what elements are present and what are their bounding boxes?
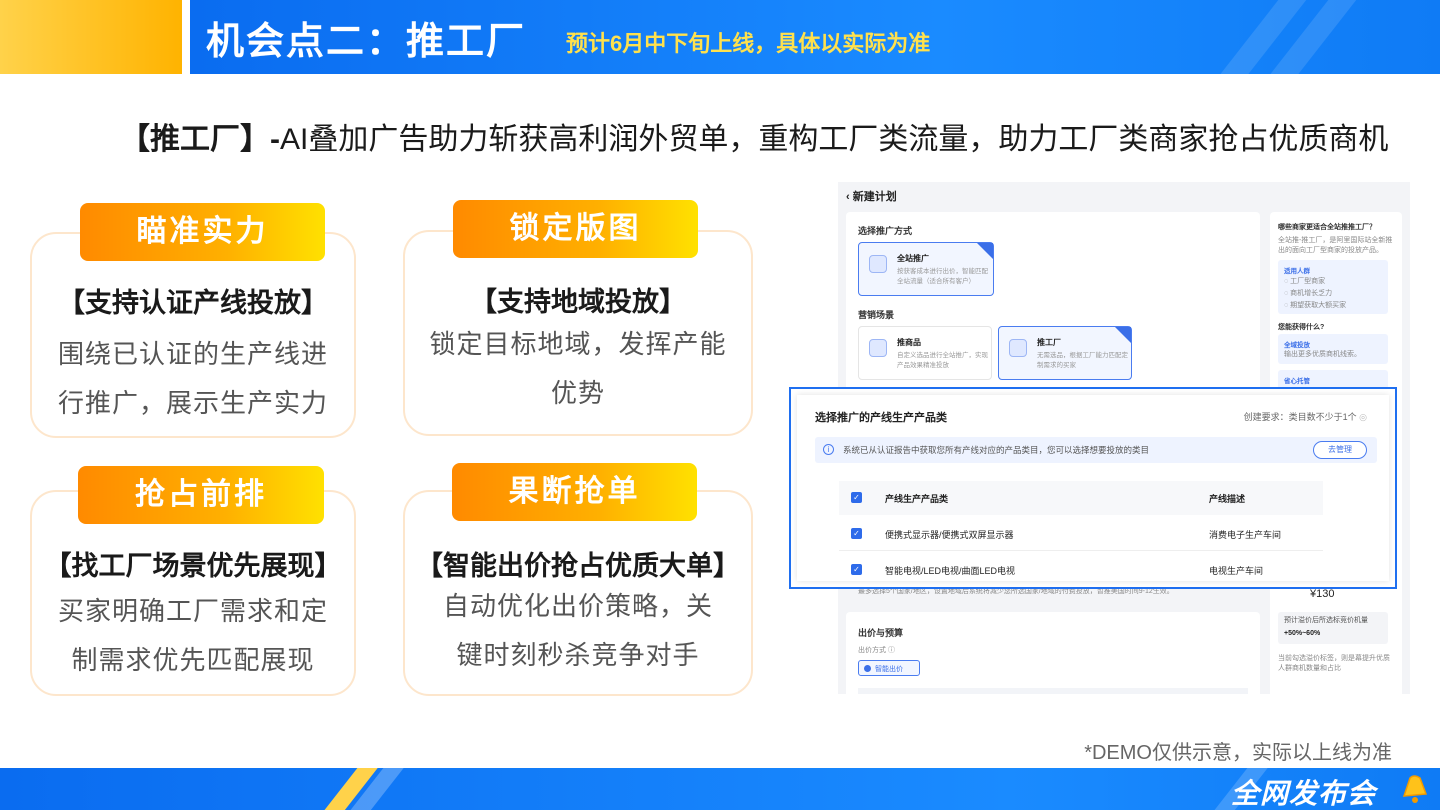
select-all-checkbox[interactable]: ✓ bbox=[851, 492, 862, 503]
option-push-factory[interactable]: 推工厂 无需选品，根据工厂能力匹配定制需求的买家 bbox=[998, 326, 1132, 380]
side-desc: 全站推-推工厂，是阿里国际站全新推出的面向工厂型商家的投放产品。 bbox=[1278, 237, 1393, 254]
feature-body-line: 买家明确工厂需求和定 bbox=[57, 596, 328, 626]
gain-item: 省心托管 bbox=[1284, 378, 1310, 385]
rank-box: 预计溢价后所选标竞价机量 +50%~60% bbox=[1278, 612, 1388, 644]
feature-body-line: 优势 bbox=[550, 378, 605, 408]
crowd-item: ◌ 工厂型商家 bbox=[1284, 278, 1326, 285]
section-method-label: 选择推广方式 bbox=[858, 226, 913, 236]
selected-check-icon bbox=[1115, 327, 1131, 343]
slide: 机会点二：推工厂 预计6月中下旬上线，具体以实际为准 【推工厂】-AI叠加广告助… bbox=[0, 0, 1440, 810]
radio-selected-icon bbox=[864, 665, 871, 672]
feature-body-3: 买家明确工厂需求和定 制需求优先匹配展现 bbox=[30, 587, 356, 685]
row-checkbox[interactable]: ✓ bbox=[851, 564, 862, 575]
bid-method-label: 出价方式 ⓘ bbox=[858, 647, 895, 654]
dialog-body: 选择推广的产线生产产品类 创建要求：类目数不少于1个 ◎ i 系统已从认证报告中… bbox=[797, 395, 1389, 581]
page-subtitle: 预计6月中下旬上线，具体以实际为准 bbox=[566, 31, 931, 56]
headline: 【推工厂】-AI叠加广告助力斩获高利润外贸单，重构工厂类流量，助力工厂类商家抢占… bbox=[120, 114, 1388, 158]
dialog-requirement: 创建要求：类目数不少于1个 ◎ bbox=[1243, 412, 1367, 422]
headline-text: AI叠加广告助力斩获高利润外贸单，重构工厂类流量，助力工厂类商家抢占优质商机 bbox=[280, 123, 1389, 156]
feature-body-1: 围绕已认证的生产线进 行推广，展示生产实力 bbox=[30, 330, 356, 428]
feature-body-2: 锁定目标地域，发挥产能 优势 bbox=[403, 320, 753, 418]
bid-panel: 出价与预算 出价方式 ⓘ 智能出价 bbox=[846, 612, 1260, 694]
feature-subtitle-3: 【找工厂场景优先展现】 bbox=[44, 551, 342, 581]
option-push-product[interactable]: 推商品 自定义选品进行全站推广，实现产品效果精准投放 bbox=[858, 326, 992, 380]
gain-box-1: 全域投放 输出更多优质商机线索。 bbox=[1278, 334, 1388, 364]
brand-logo-text: 全网发布会 bbox=[1230, 778, 1376, 809]
section-scene-label: 营销场景 bbox=[858, 310, 895, 320]
row-product: 便携式显示器/便携式双屏显示器 bbox=[885, 530, 1014, 540]
feature-body-line: 制需求优先匹配展现 bbox=[71, 645, 315, 675]
crowd-title: 适用人群 bbox=[1284, 268, 1310, 275]
rank-desc: 当前勾选溢价标签，则是幕提升优质人群商机数量和占比 bbox=[1278, 655, 1390, 672]
feature-body-line: 自动优化出价策略，关 bbox=[442, 591, 713, 621]
feature-pill-3: 抢占前排 bbox=[78, 466, 324, 524]
row-desc: 电视生产车间 bbox=[1209, 566, 1264, 576]
gain-item-desc: 输出更多优质商机线索。 bbox=[1284, 351, 1361, 358]
placeholder-bar bbox=[858, 688, 1248, 694]
crowd-item: ◌ 期望获取大额买家 bbox=[1284, 302, 1347, 309]
rank-title: 预计溢价后所选标竞价机量 bbox=[1284, 617, 1368, 624]
info-bar: i 系统已从认证报告中获取您所有产线对应的产品类目，您可以选择想要投放的类目 去… bbox=[815, 437, 1377, 463]
option-name: 推商品 bbox=[897, 338, 921, 347]
smart-bid-option[interactable]: 智能出价 bbox=[858, 660, 920, 676]
back-button[interactable]: ‹ 新建计划 bbox=[846, 188, 897, 204]
side-question: 哪些商家更适合全站推推工厂？ bbox=[1278, 224, 1376, 231]
feature-pill-2: 锁定版图 bbox=[453, 200, 698, 258]
bell-icon bbox=[1402, 775, 1428, 803]
product-icon bbox=[869, 339, 887, 357]
selected-check-icon bbox=[977, 243, 993, 259]
headline-bold: 【推工厂】- bbox=[120, 123, 280, 156]
option-name: 推工厂 bbox=[1037, 338, 1061, 347]
option-all-site[interactable]: 全站推广 按获客成本进行出价，智能匹配全站流量（适合所有客户） bbox=[858, 242, 994, 296]
row-product: 智能电视/LED电视/曲面LED电视 bbox=[885, 566, 1016, 576]
feature-body-line: 围绕已认证的生产线进 bbox=[57, 339, 328, 369]
gain-title: 您能获得什么? bbox=[1278, 324, 1325, 331]
info-text: 系统已从认证报告中获取您所有产线对应的产品类目，您可以选择想要投放的类目 bbox=[843, 445, 1150, 455]
price-value: ¥130 bbox=[1310, 588, 1335, 600]
bid-section-label: 出价与预算 bbox=[858, 628, 904, 638]
feature-body-line: 锁定目标地域，发挥产能 bbox=[429, 329, 727, 359]
option-desc: 自定义选品进行全站推广，实现产品效果精准投放 bbox=[897, 352, 988, 369]
column-header-desc: 产线描述 bbox=[1209, 494, 1246, 504]
crowd-item: ◌ 商机增长乏力 bbox=[1284, 290, 1333, 297]
footer-bar: 全网发布会 bbox=[0, 768, 1440, 810]
disclaimer: *DEMO仅供示意，实际以上线为准 bbox=[1084, 742, 1392, 764]
screenshot-topbar: ‹ 新建计划 bbox=[838, 182, 1410, 208]
table-header: ✓ 产线生产产品类 产线描述 bbox=[839, 481, 1323, 515]
row-desc: 消费电子生产车间 bbox=[1209, 530, 1282, 540]
option-name: 全站推广 bbox=[897, 254, 929, 263]
option-desc: 按获客成本进行出价，智能匹配全站流量（适合所有客户） bbox=[897, 268, 988, 285]
header-accent-block bbox=[0, 0, 182, 74]
product-category-dialog: 选择推广的产线生产产品类 创建要求：类目数不少于1个 ◎ i 系统已从认证报告中… bbox=[789, 387, 1397, 589]
smart-bid-label: 智能出价 bbox=[875, 666, 903, 673]
gain-item: 全域投放 bbox=[1284, 342, 1310, 349]
feature-subtitle-2: 【支持地域投放】 bbox=[470, 287, 686, 317]
feature-pill-4: 果断抢单 bbox=[452, 463, 697, 521]
feature-body-line: 行推广，展示生产实力 bbox=[57, 388, 328, 418]
feature-body-4: 自动优化出价策略，关 键时刻秒杀竞争对手 bbox=[403, 582, 753, 680]
feature-subtitle-1: 【支持认证产线投放】 bbox=[58, 288, 328, 318]
row-checkbox[interactable]: ✓ bbox=[851, 528, 862, 539]
feature-pill-1: 瞄准实力 bbox=[80, 203, 325, 261]
rank-value: +50%~60% bbox=[1284, 630, 1321, 637]
crowd-box: 适用人群 ◌ 工厂型商家 ◌ 商机增长乏力 ◌ 期望获取大额买家 bbox=[1278, 260, 1388, 314]
all-site-icon bbox=[869, 255, 887, 273]
factory-icon bbox=[1009, 339, 1027, 357]
feature-body-line: 键时刻秒杀竞争对手 bbox=[456, 640, 700, 670]
feature-subtitle-4: 【智能出价抢占优质大单】 bbox=[416, 551, 740, 581]
column-header-product: 产线生产产品类 bbox=[885, 494, 949, 504]
option-desc: 无需选品，根据工厂能力匹配定制需求的买家 bbox=[1037, 352, 1128, 369]
dialog-title: 选择推广的产线生产产品类 bbox=[815, 412, 947, 424]
page-title: 机会点二：推工厂 bbox=[206, 21, 527, 63]
table-row[interactable]: ✓ 便携式显示器/便携式双屏显示器 消费电子生产车间 bbox=[839, 517, 1323, 551]
check-circle-icon: ◎ bbox=[1359, 412, 1367, 422]
table-row[interactable]: ✓ 智能电视/LED电视/曲面LED电视 电视生产车间 bbox=[839, 553, 1323, 587]
manage-button[interactable]: 去管理 bbox=[1313, 441, 1367, 459]
info-icon: i bbox=[823, 444, 834, 455]
